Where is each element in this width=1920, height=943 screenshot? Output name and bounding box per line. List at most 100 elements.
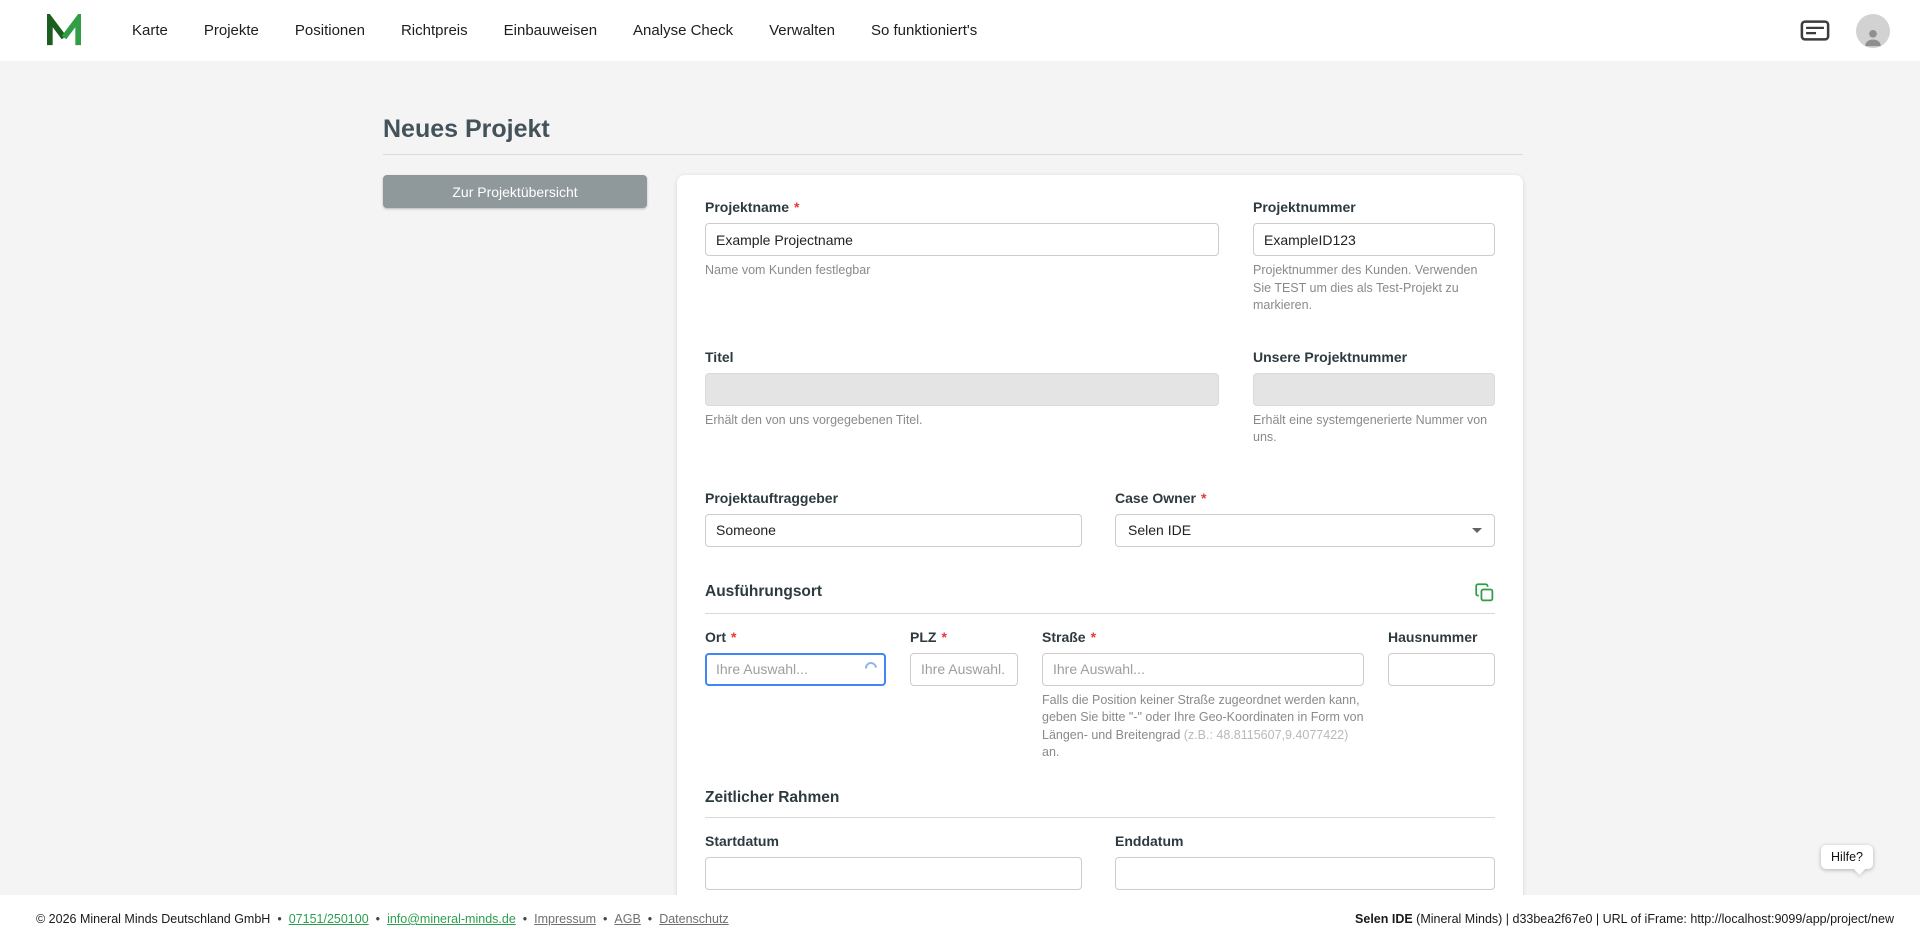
ort-input[interactable] [705,652,886,686]
ort-label-text: Ort [705,628,726,645]
required-asterisk: * [731,628,737,645]
strasse-input[interactable] [1042,652,1364,686]
server-icon[interactable] [1800,20,1830,41]
plz-label-text: PLZ [910,628,937,645]
projektnummer-label-text: Projektnummer [1253,199,1356,215]
app-logo[interactable] [42,11,86,51]
projektauftraggeber-field: Projektauftraggeber [705,490,1082,547]
unsere-projektnummer-helper: Erhält eine systemgenerierte Nummer von … [1253,412,1488,445]
person-icon [1865,29,1881,46]
unsere-projektnummer-input [1253,372,1495,406]
footer-email-link[interactable]: info@mineral-minds.de [387,912,516,926]
startdatum-input[interactable] [705,856,1082,890]
unsere-projektnummer-label-text: Unsere Projektnummer [1253,348,1408,365]
help-button[interactable]: Hilfe? [1821,845,1873,869]
hausnummer-input[interactable] [1388,652,1495,686]
nav-item-richtpreis[interactable]: Richtpreis [401,22,468,39]
plz-label: PLZ * [910,629,1018,645]
main-nav: Karte Projekte Positionen Richtpreis Ein… [132,22,977,39]
titel-helper: Erhält den von uns vorgegebenen Titel. [705,412,923,427]
projektauftraggeber-input[interactable] [705,513,1082,547]
nav-item-projekte[interactable]: Projekte [204,22,259,39]
footer-impressum-link[interactable]: Impressum [534,912,596,926]
plz-input[interactable] [910,652,1018,686]
strasse-helper-suffix: an. [1042,745,1060,759]
user-avatar[interactable] [1856,13,1890,48]
enddatum-label: Enddatum [1115,833,1495,849]
ort-field: Ort * [705,629,886,762]
titel-field: Titel Erhält den von uns vorgegebenen Ti… [705,349,1219,447]
unsere-projektnummer-field: Unsere Projektnummer Erhält eine systemg… [1253,349,1495,447]
titel-input [705,372,1219,406]
ausfuehrungsort-title: Ausführungsort [705,583,823,600]
nav-item-einbauweisen[interactable]: Einbauweisen [504,22,597,39]
footer-separator: • [375,912,381,926]
footer-datenschutz-link[interactable]: Datenschutz [659,912,728,926]
projektname-input[interactable] [705,223,1219,256]
plz-field: PLZ * [910,629,1018,762]
case-owner-value: Selen IDE [1128,522,1192,538]
footer-separator: • [603,912,608,926]
nav-item-positionen[interactable]: Positionen [295,22,365,39]
copy-icon[interactable] [1474,582,1495,603]
form-row-name-number: Projektname * Name vom Kunden festlegbar… [705,199,1495,315]
footer: © 2026 Mineral Minds Deutschland GmbH • … [0,895,1920,943]
page-title: Neues Projekt [383,115,550,143]
footer-separator: • [277,912,282,926]
section-divider [705,612,1495,614]
case-owner-field: Case Owner * Selen IDE [1115,490,1495,547]
strasse-field: Straße * Falls die Position keiner Straß… [1042,629,1364,762]
required-asterisk: * [794,199,800,215]
titel-label: Titel [705,349,1219,365]
top-navbar: Karte Projekte Positionen Richtpreis Ein… [0,0,1920,61]
projektauftraggeber-label-text: Projektauftraggeber [705,489,839,506]
enddatum-field: Enddatum [1115,833,1495,890]
projektnummer-helper: Projektnummer des Kunden. Verwenden Sie … [1253,263,1478,312]
main-content: Neues Projekt Zur Projektübersicht Proje… [0,61,1920,895]
form-row-titel-number: Titel Erhält den von uns vorgegebenen Ti… [705,349,1495,447]
titel-label-text: Titel [705,348,734,365]
form-row-auftraggeber-owner: Projektauftraggeber Case Owner * Selen I… [705,490,1495,547]
footer-phone-link[interactable]: 07151/250100 [289,912,369,926]
projektname-label: Projektname * [705,199,1219,215]
projektname-label-text: Projektname [705,199,790,215]
session-rest: (Mineral Minds) | d33bea2f67e0 | URL of … [1412,912,1894,926]
project-overview-button[interactable]: Zur Projektübersicht [383,175,647,208]
zeitlicher-rahmen-title: Zeitlicher Rahmen [705,788,840,806]
strasse-label-text: Straße [1042,628,1086,645]
nav-item-so-funktionierts[interactable]: So funktioniert's [871,22,977,39]
chevron-down-icon [1472,527,1482,533]
case-owner-select[interactable]: Selen IDE [1115,513,1495,547]
footer-session-info: Selen IDE (Mineral Minds) | d33bea2f67e0… [1355,912,1894,926]
startdatum-label-text: Startdatum [705,832,779,849]
hausnummer-field: Hausnummer [1388,629,1495,762]
projektname-helper: Name vom Kunden festlegbar [705,263,871,277]
enddatum-input[interactable] [1115,856,1495,890]
location-row: Ort * PLZ * [705,629,1495,762]
logo-icon [47,13,81,45]
footer-left: © 2026 Mineral Minds Deutschland GmbH • … [36,912,729,926]
strasse-helper: Falls die Position keiner Straße zugeord… [1042,692,1364,762]
projektnummer-input[interactable] [1253,223,1495,256]
footer-agb-link[interactable]: AGB [614,912,640,926]
projektnummer-label: Projektnummer [1253,199,1495,215]
nav-item-karte[interactable]: Karte [132,22,168,39]
title-divider [383,154,1523,155]
startdatum-label: Startdatum [705,833,1082,849]
session-user: Selen IDE [1355,912,1413,926]
case-owner-label-text: Case Owner [1115,489,1196,506]
footer-copyright: © 2026 Mineral Minds Deutschland GmbH [36,912,271,926]
unsere-projektnummer-label: Unsere Projektnummer [1253,349,1495,365]
section-divider [705,816,1495,818]
nav-item-verwalten[interactable]: Verwalten [769,22,835,39]
required-asterisk: * [1200,489,1207,506]
required-asterisk: * [941,628,947,645]
nav-item-analyse-check[interactable]: Analyse Check [633,22,733,39]
startdatum-field: Startdatum [705,833,1082,890]
hausnummer-label: Hausnummer [1388,629,1495,645]
zeitlicher-rahmen-section-header: Zeitlicher Rahmen [705,789,1495,807]
enddatum-label-text: Enddatum [1115,832,1184,849]
strasse-helper-example: (z.B.: 48.8115607,9.4077422) [1183,727,1349,742]
projektauftraggeber-label: Projektauftraggeber [705,490,1082,506]
project-form-card: Projektname * Name vom Kunden festlegbar… [677,175,1523,895]
